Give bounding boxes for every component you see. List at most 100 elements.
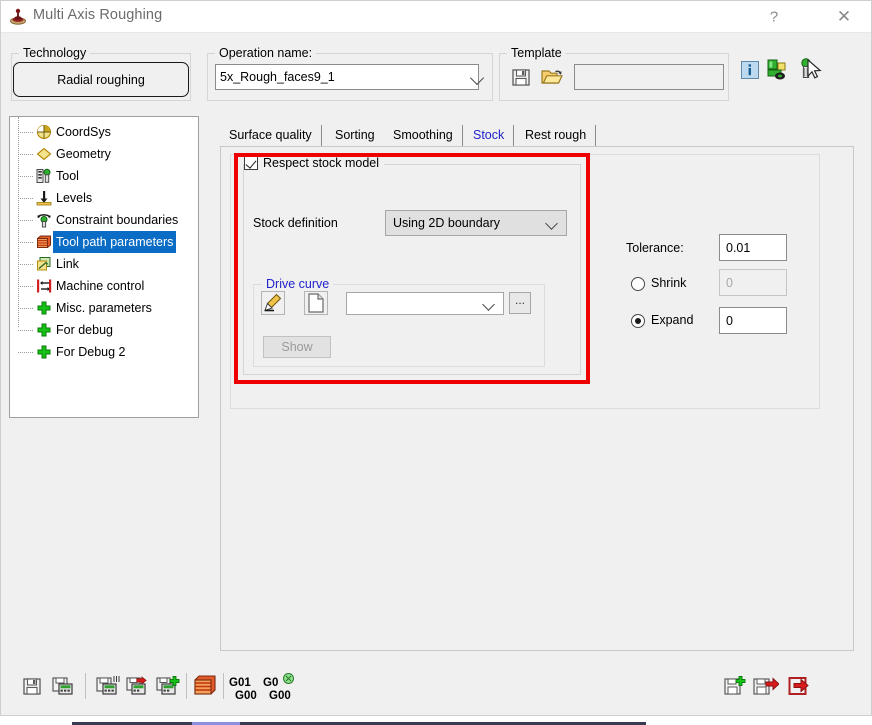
tree-item-for-debug[interactable]: For debug xyxy=(10,319,198,341)
tree-item-machine-control[interactable]: Machine control xyxy=(10,275,198,297)
tool-icon xyxy=(36,168,52,184)
folder-open-icon[interactable] xyxy=(540,66,564,91)
tree-item-levels[interactable]: Levels xyxy=(10,187,198,209)
tree-connector xyxy=(18,352,33,354)
expand-input[interactable] xyxy=(719,307,787,334)
new-page-icon[interactable] xyxy=(304,291,328,315)
tool-settings-icon[interactable] xyxy=(767,58,791,85)
tree-item-label: Tool path parameters xyxy=(53,231,177,253)
toolbar-separator xyxy=(223,673,224,699)
stock-definition-combo[interactable]: Using 2D boundary xyxy=(385,210,567,236)
tab-strip: Surface quality Sorting Smoothing Stock … xyxy=(220,125,854,147)
navigation-tree[interactable]: CoordSys Geometry Tool Levels Constraint… xyxy=(9,116,199,418)
tolerance-label: Tolerance: xyxy=(626,241,684,255)
tool-pick-icon[interactable] xyxy=(799,58,819,87)
expand-radio[interactable] xyxy=(631,314,645,328)
geometry-diamond-icon xyxy=(36,146,52,162)
radial-roughing-button[interactable]: Radial roughing xyxy=(13,62,189,97)
tree-connector xyxy=(18,154,33,156)
title-bar: Multi Axis Roughing ? ✕ xyxy=(1,1,871,33)
calculate-simulate-icon[interactable] xyxy=(126,675,152,700)
tree-item-label: Misc. parameters xyxy=(56,301,152,315)
drive-curve-legend: Drive curve xyxy=(262,277,334,291)
save-add-icon[interactable] xyxy=(723,675,747,700)
respect-stock-model-checkbox[interactable] xyxy=(244,156,258,170)
tree-item-label: Tool xyxy=(56,169,79,183)
drive-curve-browse-button[interactable]: ... xyxy=(509,292,531,314)
tree-item-geometry[interactable]: Geometry xyxy=(10,143,198,165)
tab-rest-rough[interactable]: Rest rough xyxy=(516,125,597,147)
tree-connector xyxy=(18,330,33,332)
shrink-radio[interactable] xyxy=(631,277,645,291)
tree-item-coordsys[interactable]: CoordSys xyxy=(10,121,198,143)
gcode-green-badge-icon xyxy=(283,673,294,688)
tree-item-label: For Debug 2 xyxy=(56,345,126,359)
technology-legend: Technology xyxy=(19,46,91,60)
constraint-boundaries-icon xyxy=(36,212,52,228)
tree-connector xyxy=(18,242,33,244)
drive-curve-combo[interactable] xyxy=(346,292,504,315)
tree-item-label: For debug xyxy=(56,323,113,337)
respect-stock-model-label: Respect stock model xyxy=(263,156,380,170)
respect-stock-model-row[interactable]: Respect stock model xyxy=(244,156,385,170)
shrink-label: Shrink xyxy=(651,276,687,290)
pencil-edit-icon[interactable] xyxy=(261,291,285,315)
tree-item-label: Constraint boundaries xyxy=(56,213,179,227)
tree-connector xyxy=(18,220,33,222)
tree-connector xyxy=(18,308,33,310)
info-icon[interactable] xyxy=(741,61,759,82)
save-exit-icon[interactable] xyxy=(753,675,780,700)
tree-item-label: CoordSys xyxy=(56,125,111,139)
toolbar-separator xyxy=(186,673,187,699)
gcode-g0-g00-marked-button[interactable]: G0 G00 xyxy=(263,673,294,703)
gcode-g01-g00-button[interactable]: G01 G00 xyxy=(229,677,257,703)
tree-item-label: Link xyxy=(56,257,79,271)
tab-surface-quality[interactable]: Surface quality xyxy=(220,125,322,147)
stock-model-icon[interactable] xyxy=(193,673,217,702)
tree-item-tool[interactable]: Tool xyxy=(10,165,198,187)
tree-item-tool-path-parameters[interactable]: Tool path parameters xyxy=(10,231,198,253)
bottom-toolbar: G01 G00 G0 G00 xyxy=(1,657,872,715)
window-title: Multi Axis Roughing xyxy=(33,7,163,23)
chevron-down-icon xyxy=(482,297,495,311)
tree-item-constraint-boundaries[interactable]: Constraint boundaries xyxy=(10,209,198,231)
calculate-add-icon[interactable] xyxy=(156,675,182,700)
tree-connector xyxy=(18,198,33,200)
radio-selected-dot xyxy=(634,317,641,324)
tree-item-label: Levels xyxy=(56,191,93,205)
tab-stock[interactable]: Stock xyxy=(464,125,515,147)
gcode-line2: G00 xyxy=(235,690,257,702)
save-calculate-icon[interactable] xyxy=(51,675,75,700)
tab-smoothing[interactable]: Smoothing xyxy=(384,125,463,147)
save-icon[interactable] xyxy=(21,675,43,700)
template-legend: Template xyxy=(507,46,566,60)
close-button[interactable]: ✕ xyxy=(821,1,867,32)
gcode-line1: G01 xyxy=(229,677,251,689)
tolerance-input[interactable] xyxy=(719,234,787,261)
stock-definition-value: Using 2D boundary xyxy=(393,216,501,230)
chevron-down-icon xyxy=(545,217,558,230)
tree-connector xyxy=(18,132,33,134)
plus-green-icon xyxy=(36,300,52,316)
tree-item-label: Geometry xyxy=(56,147,111,161)
coordsys-icon xyxy=(36,124,52,140)
floppy-save-icon[interactable] xyxy=(510,66,532,91)
gcode-line2: G00 xyxy=(269,690,291,702)
roughing-tool-icon xyxy=(9,8,27,26)
close-icon: ✕ xyxy=(836,6,852,26)
save-calculate-list-icon[interactable] xyxy=(95,675,121,700)
operation-name-group: Operation name: xyxy=(207,46,493,101)
tree-connector xyxy=(18,286,33,288)
tab-sorting[interactable]: Sorting xyxy=(326,125,385,147)
levels-arrow-icon xyxy=(36,190,52,206)
tree-item-link[interactable]: Link xyxy=(10,253,198,275)
exit-icon[interactable] xyxy=(787,675,811,700)
show-button[interactable]: Show xyxy=(263,336,331,358)
help-button[interactable]: ? xyxy=(751,1,797,32)
tree-item-for-debug-2[interactable]: For Debug 2 xyxy=(10,341,198,363)
shrink-input xyxy=(719,269,787,296)
tree-item-misc-parameters[interactable]: Misc. parameters xyxy=(10,297,198,319)
operation-name-input[interactable] xyxy=(215,64,479,90)
technology-group: Technology Radial roughing xyxy=(11,46,191,101)
template-input[interactable] xyxy=(574,64,724,90)
